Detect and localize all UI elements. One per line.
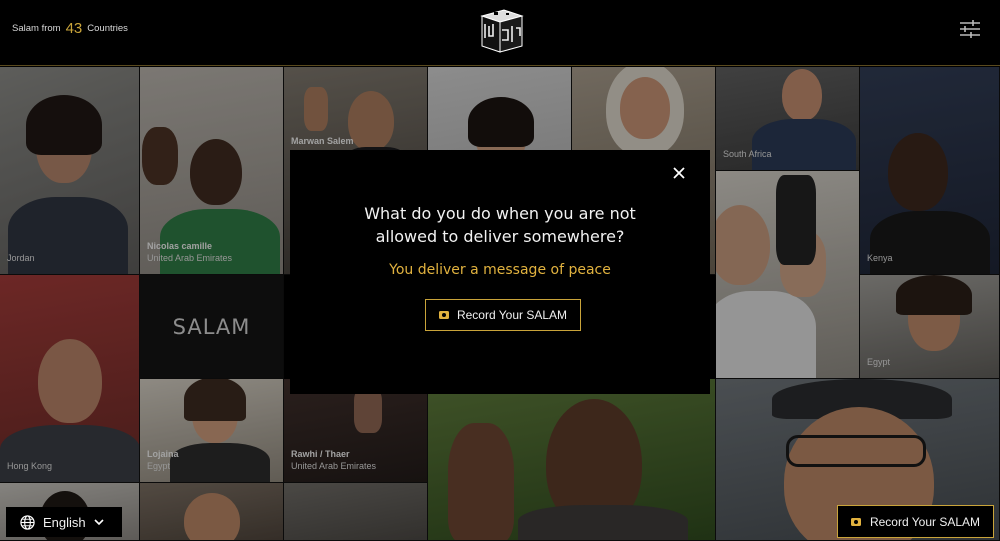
language-label: English xyxy=(43,514,86,530)
tile-label: Rawhi / Thaer United Arab Emirates xyxy=(291,448,376,472)
tile-name: Rawhi / Thaer xyxy=(291,449,350,459)
camera-icon xyxy=(850,517,861,526)
salam-wordmark: SALAM xyxy=(172,314,251,339)
globe-icon xyxy=(20,514,35,530)
tile-label: Hong Kong xyxy=(7,460,52,472)
video-tile[interactable] xyxy=(716,171,860,379)
cube-logo-icon[interactable] xyxy=(474,6,526,54)
modal-answer: You deliver a message of peace xyxy=(389,262,611,278)
tile-name: Marwan Salem xyxy=(291,136,354,146)
video-tile[interactable] xyxy=(284,483,428,541)
tile-label: Marwan Salem xyxy=(291,135,354,147)
video-tile[interactable]: Rawhi / Thaer United Arab Emirates xyxy=(284,379,428,483)
tile-country: Jordan xyxy=(7,253,35,263)
counter-number: 43 xyxy=(65,20,83,37)
tile-label: Nicolas camille United Arab Emirates xyxy=(147,240,232,264)
video-tile[interactable] xyxy=(428,379,716,541)
settings-sliders-icon[interactable] xyxy=(958,18,982,40)
modal-question-line-2: allowed to deliver somewhere? xyxy=(375,227,625,246)
tile-name: Lojaina xyxy=(147,449,179,459)
info-modal: What do you do when you are not allowed … xyxy=(290,150,710,394)
video-tile[interactable]: Kenya xyxy=(860,67,1000,275)
tile-label: South Africa xyxy=(723,148,772,160)
tile-label: Jordan xyxy=(7,252,35,264)
video-tile[interactable] xyxy=(140,483,284,541)
tile-country: Egypt xyxy=(867,357,891,367)
country-counter: Salam from 43 Countries xyxy=(12,20,128,37)
chevron-down-icon xyxy=(94,518,104,525)
salam-wordmark-tile: SALAM xyxy=(140,275,284,379)
counter-prefix: Salam from xyxy=(12,23,61,34)
tile-country: Kenya xyxy=(867,253,893,263)
video-tile[interactable]: Egypt xyxy=(860,275,1000,379)
video-tile[interactable]: South Africa xyxy=(716,67,860,171)
video-tile[interactable]: Hong Kong xyxy=(0,275,140,483)
video-tile[interactable]: Nicolas camille United Arab Emirates xyxy=(140,67,284,275)
tile-country: United Arab Emirates xyxy=(291,461,377,471)
tile-label: Egypt xyxy=(867,356,890,368)
tile-country: Egypt xyxy=(147,461,171,471)
language-selector[interactable]: English xyxy=(6,507,122,537)
tile-name: Nicolas camille xyxy=(147,241,213,251)
record-salam-label: Record Your SALAM xyxy=(456,308,568,322)
tile-label: Lojaina Egypt xyxy=(147,448,179,472)
video-tile[interactable]: Jordan xyxy=(0,67,140,275)
record-salam-bottom-button[interactable]: Record Your SALAM xyxy=(837,505,994,538)
video-tile[interactable]: Lojaina Egypt xyxy=(140,379,284,483)
tile-country: United Arab Emirates xyxy=(147,253,233,263)
record-salam-button[interactable]: Record Your SALAM xyxy=(425,299,581,331)
counter-suffix: Countries xyxy=(87,23,128,34)
tile-label: Kenya xyxy=(867,252,893,264)
modal-question: What do you do when you are not allowed … xyxy=(290,202,710,248)
camera-icon xyxy=(438,311,449,319)
modal-question-line-1: What do you do when you are not xyxy=(364,204,636,223)
tile-country: Hong Kong xyxy=(7,461,53,471)
top-header: Salam from 43 Countries xyxy=(0,0,1000,66)
tile-country: South Africa xyxy=(723,149,772,159)
close-icon[interactable] xyxy=(672,166,686,180)
record-salam-bottom-label: Record Your SALAM xyxy=(869,514,981,529)
